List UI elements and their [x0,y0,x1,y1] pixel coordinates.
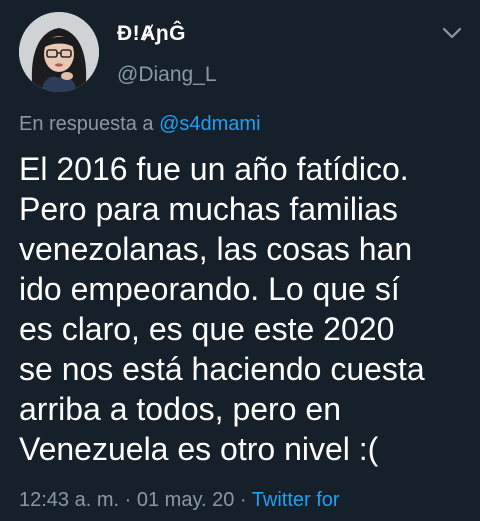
tweet-source-link[interactable]: Twitter for [252,489,340,511]
avatar-photo [19,12,99,92]
tweet-card: Ð!ȺɲĜ @Diang_L En respuesta a @s4dmami E… [0,0,480,521]
tweet-text-line: venezolanas, las cosas han [19,231,413,267]
tweet-text-line: arriba a todos, pero en [19,391,341,427]
tweet-date[interactable]: 01 may. 20 [137,489,234,511]
reply-prefix: En respuesta a [19,113,154,135]
reply-context: En respuesta a @s4dmami [19,113,261,136]
tweet-time[interactable]: 12:43 a. m. [19,489,119,511]
tweet-text: El 2016 fue un año fatídico. Pero para m… [19,149,469,469]
avatar[interactable] [19,12,99,92]
tweet-text-line: es claro, es que este 2020 [19,311,395,347]
display-name[interactable]: Ð!ȺɲĜ [117,22,186,46]
meta-separator: · [239,489,247,511]
reply-mention-link[interactable]: @s4dmami [159,113,260,135]
tweet-text-line: Pero para muchas familias [19,191,398,227]
user-handle[interactable]: @Diang_L [117,63,217,87]
tweet-text-line: El 2016 fue un año fatídico. [19,151,409,187]
tweet-text-line: Venezuela es otro nivel :( [19,431,379,467]
chevron-down-icon[interactable] [441,26,463,40]
tweet-meta: 12:43 a. m. · 01 may. 20 · Twitter for [19,489,340,512]
meta-separator: · [124,489,132,511]
tweet-text-line: ido empeorando. Lo que sí [19,271,400,307]
tweet-text-line: se nos está haciendo cuesta [19,351,425,387]
